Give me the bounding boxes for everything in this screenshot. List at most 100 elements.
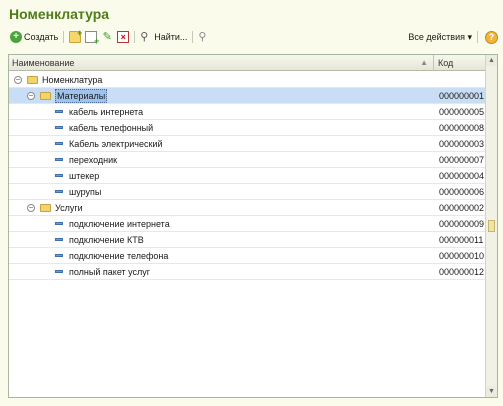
code-cell: 000000009 (439, 219, 485, 229)
name-cell: − Услуги (9, 200, 434, 216)
code-cell: 000000002 (439, 203, 485, 213)
name-cell: Кабель электрический (9, 136, 434, 152)
row-name: Материалы (55, 89, 108, 103)
folder-icon (40, 204, 51, 212)
code-cell: 000000005 (439, 107, 485, 117)
name-cell: кабель интернета (9, 104, 434, 120)
cancel-search-icon: ⚲ (198, 31, 207, 43)
code-cell: 000000001 (439, 91, 485, 101)
collapse-toggle-icon[interactable]: − (27, 92, 35, 100)
item-icon (55, 142, 63, 145)
table-row[interactable]: подключение интернета 000000009 (9, 216, 485, 232)
item-icon (55, 190, 63, 193)
name-cell: штекер (9, 168, 434, 184)
create-button[interactable]: + Создать (8, 29, 60, 45)
name-cell: − Материалы (9, 88, 434, 104)
name-cell: подключение телефона (9, 248, 434, 264)
toolbar-separator (192, 31, 194, 43)
table-row[interactable]: штекер 000000004 (9, 168, 485, 184)
edit-button[interactable]: ✎ (99, 29, 115, 45)
delete-mark-icon: × (117, 31, 130, 43)
item-icon (55, 270, 63, 273)
group-row[interactable]: − Услуги 000000002 (9, 200, 485, 216)
row-name: подключение телефона (69, 251, 169, 261)
copy-icon (85, 31, 99, 46)
create-button-label: Создать (24, 32, 59, 42)
code-cell: 000000006 (439, 187, 485, 197)
cancel-search-button[interactable]: ⚲ (196, 29, 212, 45)
all-actions-label: Все действия ▾ (408, 31, 472, 42)
toolbar-separator (477, 31, 478, 43)
table-row[interactable]: полный пакет услуг 000000012 (9, 264, 485, 280)
group-row[interactable]: − Материалы 000000001 (9, 88, 485, 104)
find-button-label: Найти... (154, 32, 188, 42)
sort-ascending-icon: ▲ (420, 57, 428, 67)
row-name: кабель телефонный (69, 123, 154, 133)
collapse-toggle-icon[interactable]: − (27, 204, 35, 212)
pencil-icon: ✎ (102, 31, 112, 43)
name-cell: подключение интернета (9, 216, 434, 232)
delete-mark-button[interactable]: × (115, 29, 131, 45)
code-cell: 000000011 (439, 235, 484, 245)
name-cell: − Номенклатура (9, 72, 434, 88)
row-name: Кабель электрический (69, 139, 163, 149)
row-name: подключение интернета (69, 219, 170, 229)
name-cell: кабель телефонный (9, 120, 434, 136)
help-icon[interactable]: ? (485, 30, 498, 44)
table-row[interactable]: шурупы 000000006 (9, 184, 485, 200)
collapse-toggle-icon[interactable]: − (14, 76, 22, 84)
scroll-up-icon[interactable]: ▲ (486, 55, 497, 66)
table-row[interactable]: подключение КТВ 000000011 (9, 232, 485, 248)
column-header-name[interactable]: Наименование ▲ (9, 54, 434, 71)
scroll-thumb[interactable] (488, 220, 495, 232)
vertical-scrollbar[interactable]: ▲ ▼ (485, 55, 497, 397)
row-name: Услуги (55, 203, 83, 213)
item-icon (55, 222, 63, 225)
row-name: полный пакет услуг (69, 267, 151, 277)
table-row[interactable]: переходник 000000007 (9, 152, 485, 168)
table-body: − Номенклатура − Материалы 000000001 кабель и… (9, 72, 485, 280)
plus-circle-icon: + (10, 31, 22, 43)
toolbar: + Создать ✎ × ⚲ Найти... ⚲ Все действия … (8, 28, 498, 46)
table-row[interactable]: подключение телефона 000000010 (9, 248, 485, 264)
table-row[interactable]: Кабель электрический 000000003 (9, 136, 485, 152)
code-cell: 000000010 (439, 251, 485, 261)
magnifier-icon: ⚲ (140, 31, 149, 43)
item-icon (55, 126, 63, 129)
item-icon (55, 174, 63, 177)
column-header-code[interactable]: Код (434, 58, 453, 68)
code-cell: 000000004 (439, 171, 485, 181)
folder-add-icon (69, 28, 82, 43)
find-button[interactable]: ⚲ Найти... (138, 29, 189, 45)
folder-icon (40, 92, 51, 100)
name-cell: переходник (9, 152, 434, 168)
all-actions-menu[interactable]: Все действия ▾ (406, 29, 474, 45)
code-cell: 000000003 (439, 139, 485, 149)
item-icon (55, 110, 63, 113)
item-icon (55, 158, 63, 161)
form-title: Номенклатура (9, 6, 110, 22)
copy-button[interactable] (83, 29, 99, 46)
folder-icon (27, 76, 38, 84)
code-cell: 000000008 (439, 123, 485, 133)
row-name: штекер (69, 171, 100, 181)
toolbar-separator (134, 31, 136, 43)
name-cell: шурупы (9, 184, 434, 200)
toolbar-separator (63, 31, 65, 43)
table-row[interactable]: кабель телефонный 000000008 (9, 120, 485, 136)
table-row[interactable]: кабель интернета 000000005 (9, 104, 485, 120)
name-cell: подключение КТВ (9, 232, 434, 248)
row-name: переходник (69, 155, 118, 165)
add-group-button[interactable] (67, 28, 83, 45)
scroll-down-icon[interactable]: ▼ (486, 386, 497, 397)
row-name: Номенклатура (42, 75, 103, 85)
code-cell: 000000012 (439, 267, 485, 277)
table-header: Наименование ▲ Код (9, 54, 497, 71)
item-icon (55, 254, 63, 257)
row-name: подключение КТВ (69, 235, 144, 245)
group-row[interactable]: − Номенклатура (9, 72, 485, 88)
name-cell: полный пакет услуг (9, 264, 434, 280)
item-icon (55, 238, 63, 241)
row-name: шурупы (69, 187, 102, 197)
nomenclature-table: Наименование ▲ Код − Номенклатура − Материа… (8, 54, 498, 398)
